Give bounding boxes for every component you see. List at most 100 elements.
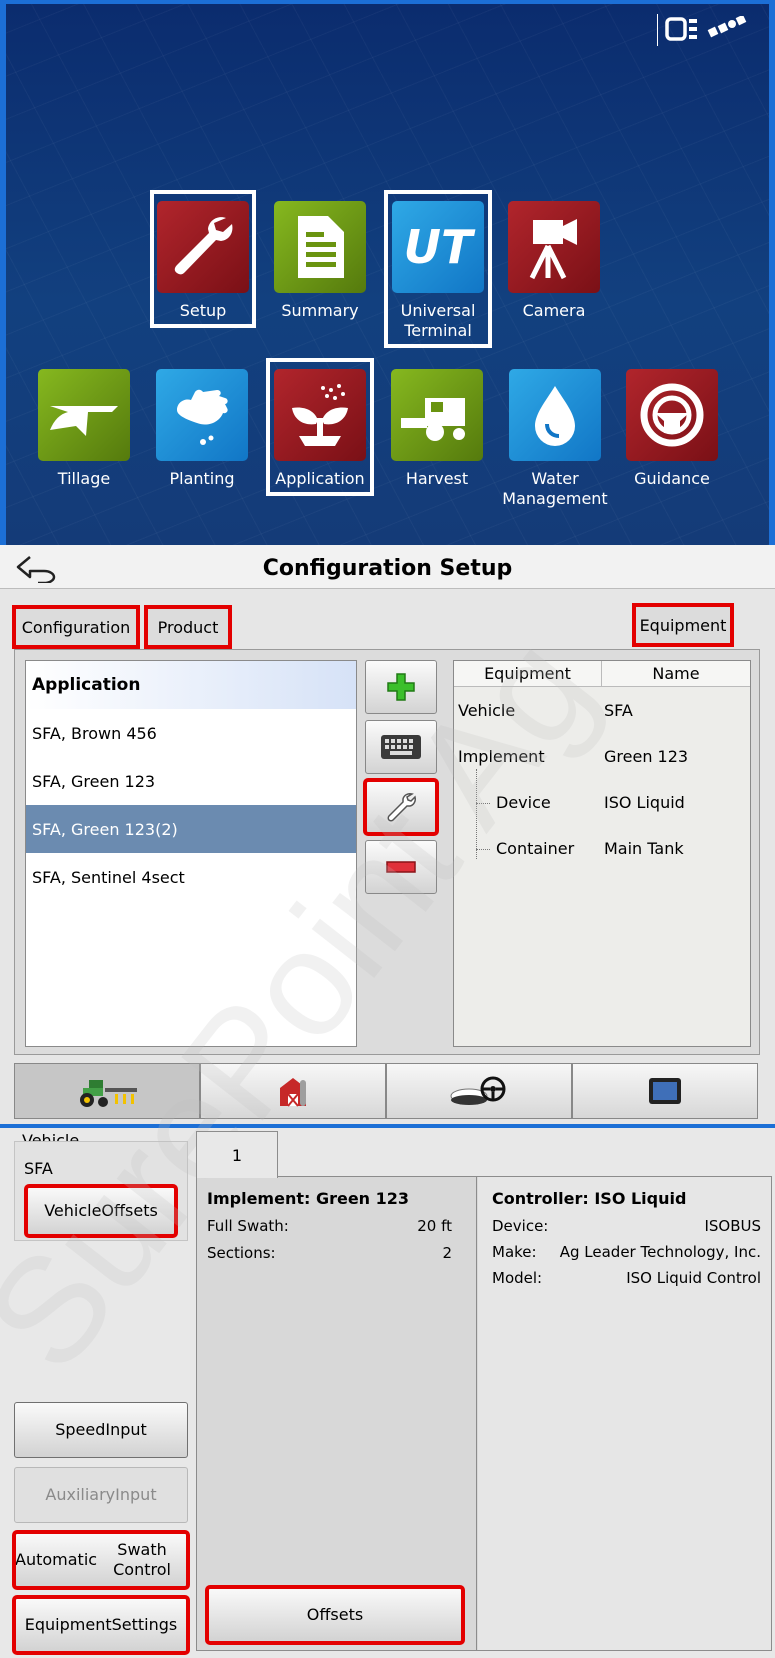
- automatic-swath-control-button[interactable]: Automatic Swath Control: [12, 1530, 190, 1590]
- title-bar: Configuration Setup: [0, 545, 775, 589]
- equipment-settings-button[interactable]: Equipment Settings: [12, 1595, 190, 1655]
- list-item[interactable]: SFA, Green 123: [26, 757, 356, 805]
- controller-column: Controller: ISO Liquid Device: ISOBUS Ma…: [478, 1177, 771, 1650]
- water-drop-icon: [509, 369, 601, 461]
- display-icon: [649, 1078, 681, 1104]
- plow-icon: [38, 369, 130, 461]
- equipment-table-header: Equipment Name: [454, 661, 750, 687]
- tab-guidance-settings[interactable]: [386, 1063, 572, 1119]
- document-icon: [274, 201, 366, 293]
- make-value: Ag Leader Technology, Inc.: [559, 1243, 761, 1261]
- vehicle-name: SFA: [24, 1159, 53, 1178]
- camera-icon: [508, 201, 600, 293]
- tab-equipment[interactable]: Equipment: [632, 603, 734, 647]
- tractor-icon: [80, 1080, 137, 1107]
- tab-product[interactable]: Product: [144, 605, 232, 649]
- page-title: Configuration Setup: [262, 556, 513, 581]
- barn-icon: [280, 1078, 306, 1107]
- edit-button[interactable]: [363, 778, 439, 836]
- tile-label: Planting: [169, 469, 235, 488]
- tile-universal-terminal[interactable]: UT Universal Terminal: [383, 201, 493, 341]
- table-cell-equipment: Container: [496, 839, 575, 858]
- column-header-name: Name: [652, 664, 700, 683]
- tile-label: Tillage: [57, 469, 111, 488]
- sprouting-plant-icon: [274, 369, 366, 461]
- tile-label: Summary: [281, 301, 359, 320]
- model-label: Model:: [492, 1269, 543, 1287]
- steering-wheel-icon: [626, 369, 718, 461]
- configuration-list[interactable]: Application SFA, Brown 456 SFA, Green 12…: [25, 660, 357, 1047]
- wrench-icon: [387, 793, 416, 822]
- tile-label: Guidance: [634, 469, 710, 488]
- tile-camera[interactable]: Camera: [499, 201, 609, 321]
- device-value: ISOBUS: [704, 1217, 761, 1235]
- keyboard-icon: [381, 735, 421, 759]
- table-cell-equipment: Vehicle: [458, 701, 516, 720]
- tile-water-management[interactable]: Water Management: [500, 369, 610, 509]
- tab-vehicle-equipment[interactable]: [14, 1063, 200, 1119]
- tree-branch: [476, 849, 490, 850]
- remove-button[interactable]: [365, 840, 437, 894]
- ut-glyph: UT: [403, 220, 473, 274]
- implement-area: Implement: Green 123 Full Swath: 20 ft S…: [196, 1176, 772, 1651]
- list-header: Application: [26, 661, 356, 709]
- model-value: ISO Liquid Control: [626, 1269, 761, 1287]
- tree-line: [476, 769, 477, 859]
- device-status-icon: [665, 17, 697, 41]
- table-cell-name: Green 123: [604, 747, 689, 766]
- remove-icon: [386, 861, 416, 873]
- full-swath-value: 20 ft: [417, 1217, 452, 1235]
- tile-label: Application: [275, 469, 365, 488]
- tab-configuration[interactable]: Configuration: [12, 605, 140, 649]
- column-header-equipment: Equipment: [454, 661, 602, 686]
- status-separator: [657, 14, 658, 46]
- table-cell-name: SFA: [604, 701, 633, 720]
- full-swath-label: Full Swath:: [207, 1217, 289, 1235]
- list-item-selected[interactable]: SFA, Green 123(2): [26, 805, 356, 853]
- tile-label: Universal Terminal: [400, 301, 476, 340]
- tab-farm-management[interactable]: [200, 1063, 386, 1119]
- hand-seed-icon: [156, 369, 248, 461]
- device-label: Device:: [492, 1217, 549, 1235]
- offsets-button[interactable]: Offsets: [205, 1585, 465, 1645]
- vehicle-offsets-button[interactable]: Vehicle Offsets: [24, 1184, 178, 1238]
- list-item[interactable]: SFA, Sentinel 4sect: [26, 853, 356, 901]
- configuration-setup-screen: Configuration Setup Configuration Produc…: [0, 545, 775, 1128]
- ut-icon: UT: [392, 201, 484, 293]
- status-area: [657, 14, 751, 46]
- implement-column: Implement: Green 123 Full Swath: 20 ft S…: [197, 1177, 477, 1650]
- keyboard-button[interactable]: [365, 720, 437, 774]
- tile-label: Harvest: [405, 469, 469, 488]
- sections-value: 2: [442, 1244, 452, 1262]
- implement-title: Implement: Green 123: [207, 1189, 410, 1208]
- tile-setup[interactable]: Setup: [148, 201, 258, 321]
- tile-planting[interactable]: Planting: [147, 369, 257, 489]
- tile-label: Camera: [522, 301, 586, 320]
- tab-display-settings[interactable]: [572, 1063, 758, 1119]
- sections-label: Sections:: [207, 1244, 276, 1262]
- list-item[interactable]: SFA, Brown 456: [26, 709, 356, 757]
- gps-satellite-icon: [707, 16, 747, 38]
- tile-application[interactable]: Application: [265, 369, 375, 489]
- tree-branch: [476, 803, 490, 804]
- make-label: Make:: [492, 1243, 537, 1261]
- tile-summary[interactable]: Summary: [265, 201, 375, 321]
- tile-harvest[interactable]: Harvest: [382, 369, 492, 489]
- table-cell-equipment: Implement: [458, 747, 545, 766]
- auxiliary-input-button[interactable]: Auxiliary Input: [14, 1467, 188, 1523]
- tile-label: Water Management: [502, 469, 608, 508]
- add-button[interactable]: [365, 660, 437, 714]
- controller-title: Controller: ISO Liquid: [492, 1189, 687, 1208]
- tile-label: Setup: [179, 301, 227, 320]
- tile-guidance[interactable]: Guidance: [617, 369, 727, 489]
- table-cell-name: Main Tank: [604, 839, 684, 858]
- tab-implement-1[interactable]: 1: [196, 1131, 278, 1178]
- setup-category-tabs: [14, 1063, 760, 1119]
- tile-tillage[interactable]: Tillage: [29, 369, 139, 489]
- table-cell-name: ISO Liquid: [604, 793, 685, 812]
- speed-input-button[interactable]: Speed Input: [14, 1402, 188, 1458]
- configuration-body: Application SFA, Brown 456 SFA, Green 12…: [14, 649, 760, 1055]
- add-icon: [387, 673, 415, 701]
- table-cell-equipment: Device: [496, 793, 551, 812]
- home-screen: Setup Summary UT Universal Terminal Camer…: [0, 0, 775, 545]
